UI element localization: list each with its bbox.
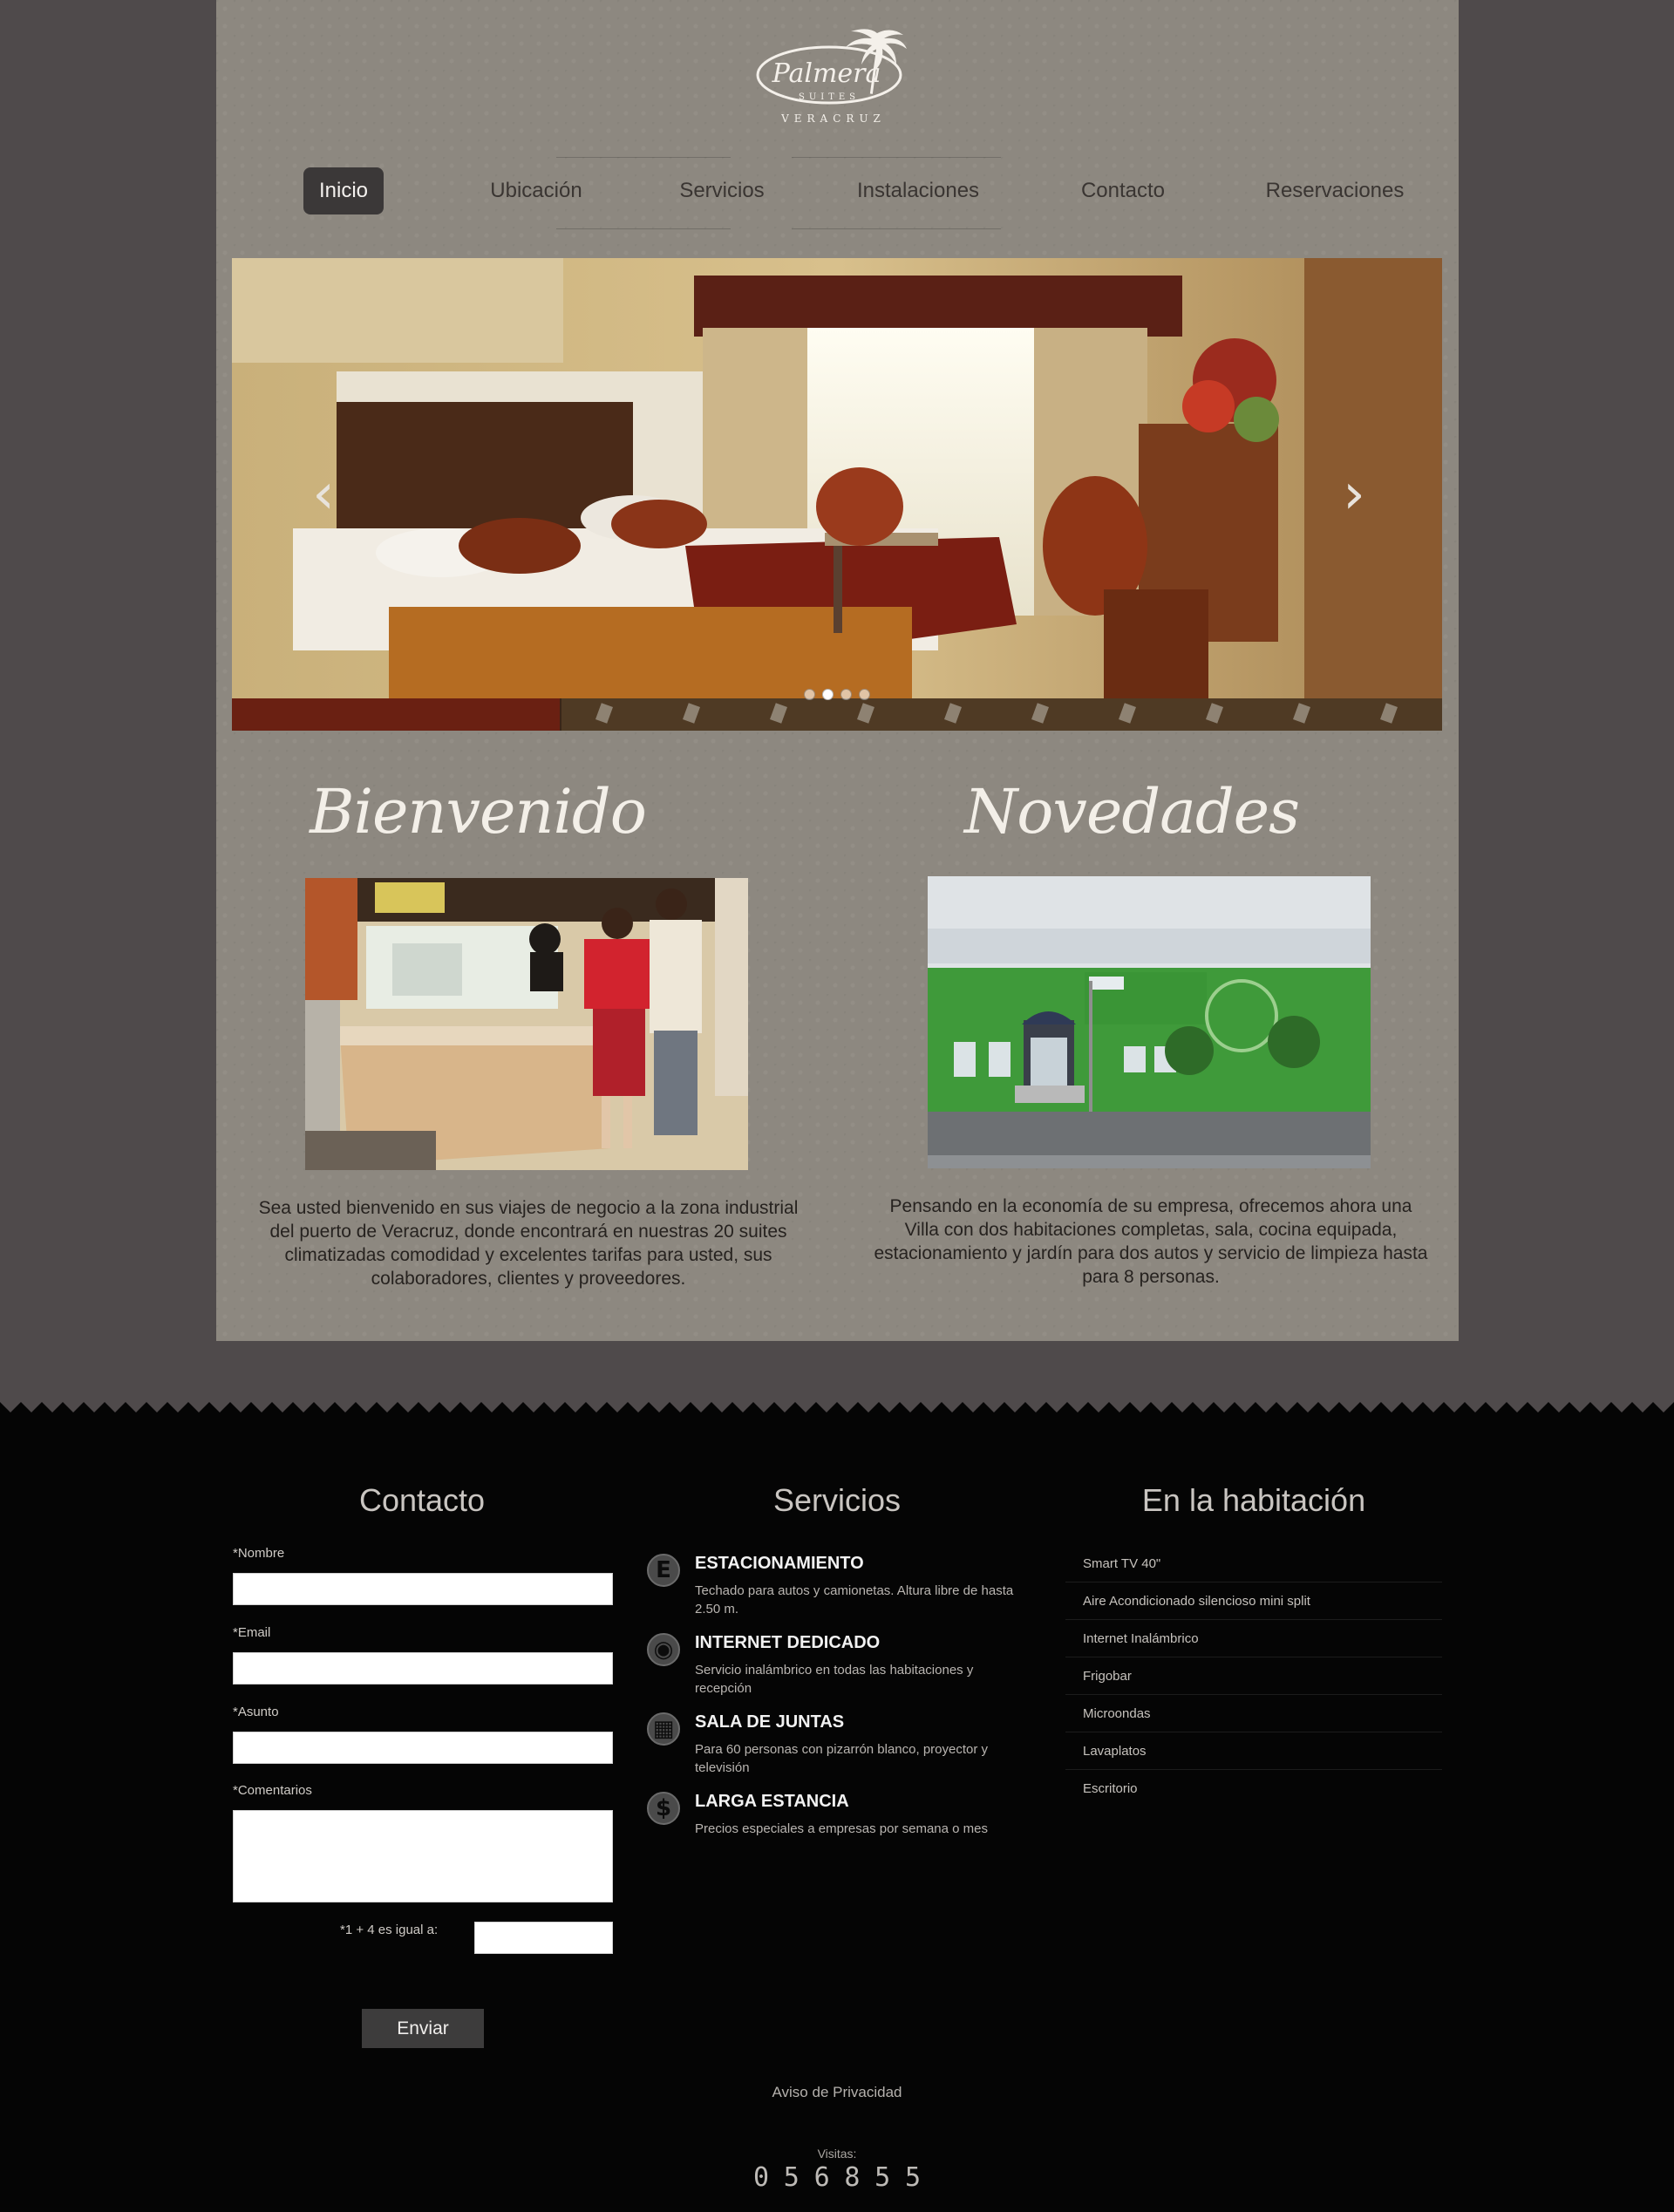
dollar-icon: $ bbox=[647, 1792, 680, 1825]
service-internet: ◉ INTERNET DEDICADO Servicio inalámbrico… bbox=[647, 1633, 1031, 1703]
visit-counter: 0 5 6 8 5 5 bbox=[750, 2162, 924, 2193]
email-label: *Email bbox=[233, 1625, 271, 1640]
comments-textarea[interactable] bbox=[233, 1810, 613, 1902]
svg-text:VERACRUZ: VERACRUZ bbox=[780, 112, 886, 125]
list-item: Frigobar bbox=[1065, 1657, 1442, 1695]
parking-icon: E bbox=[647, 1554, 680, 1587]
list-item: Microondas bbox=[1065, 1695, 1442, 1732]
counter-digit: 5 bbox=[874, 2162, 891, 2193]
service-desc: Para 60 personas con pizarrón blanco, pr… bbox=[695, 1742, 989, 1775]
slider-dot-4[interactable] bbox=[859, 689, 870, 700]
privacy-link[interactable]: Aviso de Privacidad bbox=[0, 2084, 1674, 2101]
svg-text:SUITES: SUITES bbox=[799, 92, 860, 102]
news-title: Novedades bbox=[963, 776, 1300, 847]
slider-next-arrow-icon[interactable]: › bbox=[1332, 466, 1376, 523]
slider-prev-arrow-icon[interactable]: ‹ bbox=[302, 466, 345, 523]
email-input[interactable] bbox=[233, 1652, 613, 1685]
news-photo bbox=[928, 876, 1371, 1168]
news-text: Pensando en la economía de su empresa, o… bbox=[874, 1196, 1428, 1287]
submit-button[interactable]: Enviar bbox=[362, 2009, 484, 2048]
service-title: LARGA ESTANCIA bbox=[695, 1792, 849, 1811]
image-slider[interactable]: ‹ › bbox=[232, 258, 1442, 731]
list-item: Escritorio bbox=[1083, 1781, 1138, 1796]
room-title: En la habitación bbox=[1141, 1482, 1366, 1518]
slider-pagination bbox=[804, 689, 870, 701]
welcome-photo bbox=[305, 878, 748, 1170]
main-page-panel: Palmera SUITES VERACRUZ Inicio Ubicación… bbox=[216, 0, 1459, 1341]
list-item: Smart TV 40" bbox=[1065, 1545, 1442, 1582]
service-desc: Techado para autos y camionetas. Altura … bbox=[695, 1583, 1014, 1616]
list-item: Internet Inalámbrico bbox=[1065, 1620, 1442, 1657]
services-title: Servicios bbox=[772, 1482, 902, 1518]
service-title: ESTACIONAMIENTO bbox=[695, 1554, 864, 1573]
captcha-input[interactable] bbox=[474, 1922, 613, 1954]
captcha-label: *1 + 4 es igual a: bbox=[340, 1923, 439, 1937]
name-label: *Nombre bbox=[233, 1546, 285, 1561]
counter-digit: 6 bbox=[813, 2162, 830, 2193]
service-desc: Precios especiales a empresas por semana… bbox=[695, 1821, 988, 1836]
main-navigation: Inicio Ubicación Servicios Instalaciones… bbox=[216, 157, 1459, 235]
visits-label: Visitas: bbox=[817, 2147, 857, 2161]
nav-item-ubicacion[interactable]: Ubicación bbox=[464, 167, 609, 214]
hotel-room-photo bbox=[232, 258, 1442, 731]
nav-item-contacto[interactable]: Contacto bbox=[1049, 167, 1197, 214]
palm-logo-icon: Palmera SUITES VERACRUZ bbox=[756, 29, 907, 125]
service-meeting-room: ▦ SALA DE JUNTAS Para 60 personas con pi… bbox=[647, 1712, 1031, 1782]
service-long-stay: $ LARGA ESTANCIA Precios especiales a em… bbox=[647, 1792, 1031, 1861]
hotel-logo[interactable]: Palmera SUITES VERACRUZ bbox=[746, 24, 929, 129]
list-item: Lavaplatos bbox=[1065, 1732, 1442, 1770]
service-parking: E ESTACIONAMIENTO Techado para autos y c… bbox=[647, 1554, 1031, 1623]
counter-digit: 0 bbox=[752, 2162, 770, 2193]
name-input[interactable] bbox=[233, 1573, 613, 1605]
nav-item-servicios[interactable]: Servicios bbox=[657, 167, 787, 214]
subject-label: *Asunto bbox=[233, 1705, 279, 1719]
service-desc: Servicio inalámbrico en todas las habita… bbox=[695, 1663, 974, 1696]
counter-digit: 5 bbox=[904, 2162, 922, 2193]
nav-item-instalaciones[interactable]: Instalaciones bbox=[827, 167, 1010, 214]
slider-dot-3[interactable] bbox=[840, 689, 852, 700]
welcome-title: Bienvenido bbox=[310, 776, 647, 847]
globe-icon: ◉ bbox=[647, 1633, 680, 1666]
slider-dot-2[interactable] bbox=[822, 689, 834, 700]
contact-title: Contacto bbox=[358, 1482, 486, 1518]
nav-item-inicio[interactable]: Inicio bbox=[303, 167, 384, 214]
counter-digit: 8 bbox=[844, 2162, 861, 2193]
welcome-text: Sea usted bienvenido en sus viajes de ne… bbox=[258, 1198, 799, 1289]
nav-item-reservaciones[interactable]: Reservaciones bbox=[1236, 167, 1433, 214]
subject-input[interactable] bbox=[233, 1732, 613, 1764]
counter-digit: 5 bbox=[783, 2162, 800, 2193]
service-title: SALA DE JUNTAS bbox=[695, 1712, 845, 1732]
meeting-room-icon: ▦ bbox=[647, 1712, 680, 1746]
svg-text:Palmera: Palmera bbox=[772, 58, 881, 89]
service-title: INTERNET DEDICADO bbox=[695, 1633, 881, 1652]
comments-label: *Comentarios bbox=[233, 1783, 312, 1798]
room-amenities-list: Smart TV 40" Aire Acondicionado silencio… bbox=[1065, 1545, 1442, 1807]
slider-dot-1[interactable] bbox=[804, 689, 815, 700]
list-item: Aire Acondicionado silencioso mini split bbox=[1065, 1582, 1442, 1620]
